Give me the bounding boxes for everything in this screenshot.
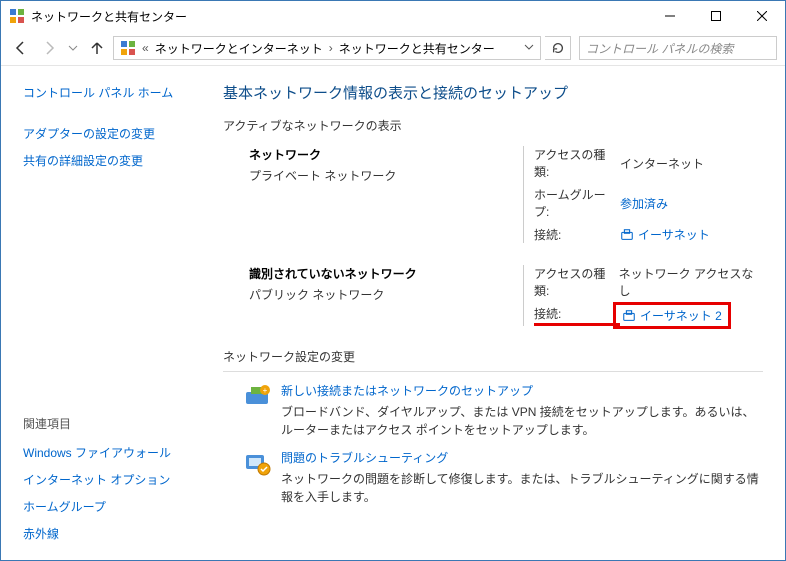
back-button[interactable] — [9, 36, 33, 60]
related-homegroup[interactable]: ホームグループ — [23, 498, 201, 515]
option-troubleshoot: 問題のトラブルシューティング ネットワークの問題を診断して修復します。または、ト… — [243, 449, 763, 506]
maximize-button[interactable] — [693, 1, 739, 30]
net2-access-value: ネットワーク アクセスなし — [619, 265, 763, 299]
recent-dropdown[interactable] — [65, 36, 81, 60]
net1-connection-label: 接続: — [534, 226, 620, 243]
net2-type: パブリック ネットワーク — [249, 286, 523, 303]
content-pane: 基本ネットワーク情報の表示と接続のセットアップ アクティブなネットワークの表示 … — [201, 66, 785, 560]
new-connection-icon: + — [243, 382, 271, 410]
breadcrumb[interactable]: « ネットワークとインターネット › ネットワークと共有センター — [113, 36, 541, 60]
net2-connection-name: イーサネット 2 — [640, 307, 722, 324]
net1-homegroup-label: ホームグループ: — [534, 186, 620, 220]
minimize-button[interactable] — [647, 1, 693, 30]
address-bar: « ネットワークとインターネット › ネットワークと共有センター コントロール … — [1, 31, 785, 65]
net1-connection-link[interactable]: イーサネット — [620, 226, 710, 243]
net1-access-value: インターネット — [620, 155, 704, 172]
net2-connection-link[interactable]: イーサネット 2 — [616, 305, 728, 326]
sidebar-adapter-settings[interactable]: アダプターの設定の変更 — [23, 125, 201, 142]
window-title: ネットワークと共有センター — [31, 8, 647, 25]
net1-access-label: アクセスの種類: — [534, 146, 620, 180]
related-internet-options[interactable]: インターネット オプション — [23, 471, 201, 488]
net1-connection-name: イーサネット — [638, 226, 710, 243]
net1-name: ネットワーク — [249, 146, 523, 163]
crumb-network-internet[interactable]: ネットワークとインターネット — [151, 37, 327, 59]
ethernet-icon — [622, 309, 636, 323]
page-title: 基本ネットワーク情報の表示と接続のセットアップ — [223, 82, 763, 103]
up-button[interactable] — [85, 36, 109, 60]
forward-button[interactable] — [37, 36, 61, 60]
network-block-1: ネットワーク プライベート ネットワーク アクセスの種類: インターネット ホー… — [249, 146, 763, 243]
related-firewall[interactable]: Windows ファイアウォール — [23, 444, 201, 461]
crumb-network-sharing[interactable]: ネットワークと共有センター — [335, 37, 499, 59]
sidebar-home[interactable]: コントロール パネル ホーム — [23, 84, 201, 101]
option-new-connection: + 新しい接続またはネットワークのセットアップ ブロードバンド、ダイヤルアップ、… — [243, 382, 763, 439]
ethernet-icon — [620, 228, 634, 242]
sidebar: コントロール パネル ホーム アダプターの設定の変更 共有の詳細設定の変更 関連… — [1, 66, 201, 560]
change-settings-heading: ネットワーク設定の変更 — [223, 348, 763, 372]
breadcrumb-dropdown[interactable] — [520, 42, 538, 55]
window-buttons — [647, 1, 785, 31]
troubleshoot-desc: ネットワークの問題を診断して修復します。または、トラブルシューティングに関する情… — [281, 470, 763, 506]
net2-access-label: アクセスの種類: — [534, 265, 619, 299]
app-icon — [9, 8, 25, 24]
title-bar: ネットワークと共有センター — [1, 1, 785, 31]
sidebar-sharing-settings[interactable]: 共有の詳細設定の変更 — [23, 152, 201, 169]
network-block-2: 識別されていないネットワーク パブリック ネットワーク アクセスの種類: ネット… — [249, 265, 763, 326]
close-button[interactable] — [739, 1, 785, 30]
troubleshoot-icon — [243, 449, 271, 477]
net1-type: プライベート ネットワーク — [249, 167, 523, 184]
new-connection-desc: ブロードバンド、ダイヤルアップ、または VPN 接続をセットアップします。あるい… — [281, 403, 763, 439]
related-heading: 関連項目 — [23, 415, 201, 432]
refresh-button[interactable] — [545, 36, 571, 60]
troubleshoot-link[interactable]: 問題のトラブルシューティング — [281, 449, 763, 466]
related-infrared[interactable]: 赤外線 — [23, 525, 201, 542]
crumb-overflow[interactable]: « — [140, 41, 151, 55]
chevron-right-icon: › — [327, 41, 335, 55]
net2-name: 識別されていないネットワーク — [249, 265, 523, 282]
control-panel-icon — [120, 40, 136, 56]
new-connection-link[interactable]: 新しい接続またはネットワークのセットアップ — [281, 382, 763, 399]
search-input[interactable]: コントロール パネルの検索 — [579, 36, 777, 60]
svg-text:+: + — [263, 386, 268, 395]
active-networks-heading: アクティブなネットワークの表示 — [223, 117, 763, 134]
net2-connection-label: 接続: — [534, 305, 620, 326]
net1-homegroup-link[interactable]: 参加済み — [620, 195, 668, 212]
